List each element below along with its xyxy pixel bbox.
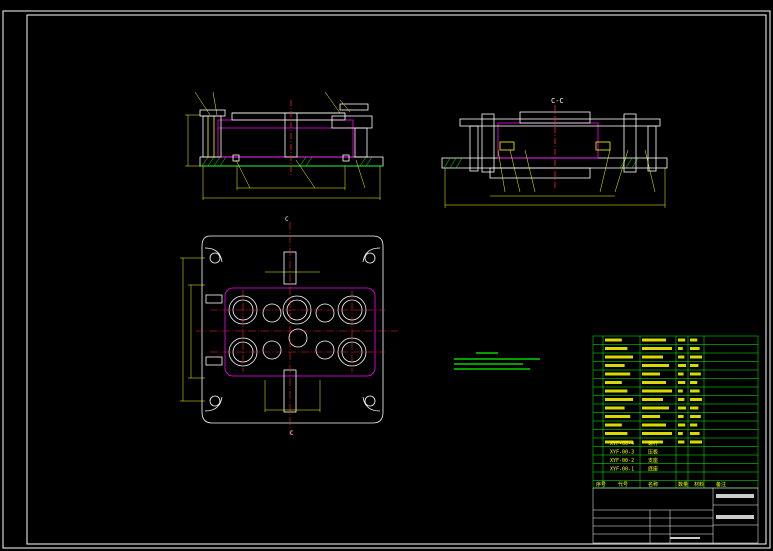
parts-header-cell: 材料 [694,481,704,488]
table-cell-text [678,347,683,350]
table-cell-text [678,423,686,427]
table-cell-text [642,372,660,376]
parts-code: XYF-00-2 [610,458,634,464]
table-cell-text [605,381,622,384]
table-cell-text [678,398,685,401]
table-cell-text [690,432,700,435]
parts-name: 螺杆 [648,440,658,447]
plan-view [180,222,398,435]
table-cell-text [605,338,622,342]
table-cell-text [690,347,700,350]
parts-name: 底座 [648,466,658,473]
parts-header-cell: 名称 [648,481,658,488]
table-cell-text [690,415,701,418]
title-block [592,487,759,544]
table-cell-text [690,338,698,342]
table-cell-text [605,406,625,410]
parts-code: XYF-00-3 [610,450,634,456]
table-cell-text [642,398,663,401]
parts-list-table [592,335,759,489]
table-cell-text [678,406,686,410]
table-cell-text [678,364,686,367]
table-cell-text [678,389,683,393]
inner-border [26,14,767,545]
table-cell-text [642,347,672,350]
parts-header-cell: 代号 [618,481,628,488]
table-cell-text [605,372,631,376]
table-cell-text [605,415,631,418]
table-cell-text [690,440,702,444]
table-cell-text [678,381,686,384]
parts-name: 支座 [648,457,658,464]
table-cell-text [605,423,622,427]
table-cell-text [642,423,666,427]
table-cell-text [642,432,672,435]
parts-header-cell: 数量 [678,481,688,488]
parts-code: XYF-00-1 [610,467,634,473]
table-cell-text [605,355,633,359]
table-cell-text [690,355,702,359]
table-cell-text [690,423,698,427]
table-cell-text [642,389,672,393]
table-cell-text [642,338,666,342]
table-cell-text [642,381,666,384]
parts-header-cell: 备注 [716,481,726,488]
drawing-sheet: XYF-00-1 底座 XYF-00-2 支座 XYF-00-3 压板 XYF-00-4 螺杆… [2,10,771,549]
table-cell-text [678,338,686,342]
table-cell-text [690,372,701,376]
parts-name: 压板 [648,449,658,456]
table-cell-text [690,406,699,410]
table-cell-text [690,398,702,401]
table-cell-text [678,440,685,444]
table-cell-text [678,372,684,376]
table-cell-text [690,364,699,367]
technical-notes [454,352,540,370]
table-cell-text [690,389,700,393]
front-view [185,91,384,200]
table-cell-text [678,415,684,418]
table-cell-text [605,398,633,401]
table-cell-text [642,355,663,359]
table-cell-text [642,406,669,410]
table-cell-text [678,355,685,359]
table-cell-text [605,347,628,350]
parts-code: XYF-00-4 [610,441,634,447]
parts-header-cell: 序号 [596,481,606,488]
table-cell-text [605,432,628,435]
cut-marker-bottom: C [290,430,294,437]
table-cell-text [605,364,625,367]
table-cell-text [642,415,660,418]
table-cell-text [678,432,683,435]
section-title: C-C [551,97,564,105]
section-view [441,105,668,208]
parts-list-rows: XYF-00-1 底座 XYF-00-2 支座 XYF-00-3 压板 XYF-00-4 螺杆… [593,338,758,488]
table-cell-text [642,364,669,367]
table-cell-text [605,389,628,393]
cut-marker-top: C [285,216,289,223]
table-cell-text [690,381,698,384]
